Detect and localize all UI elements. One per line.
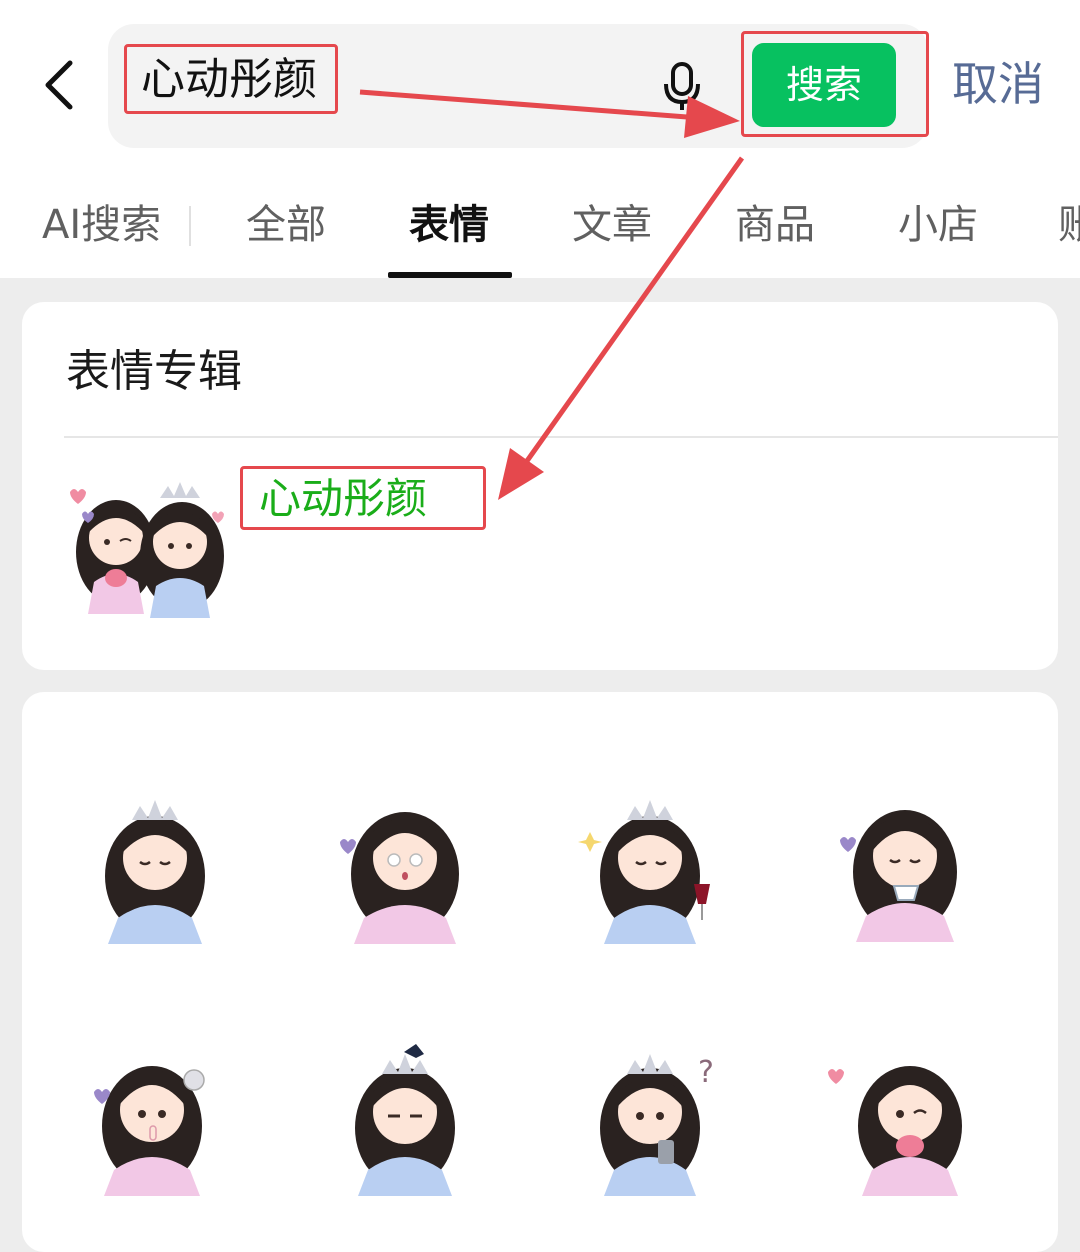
search-button[interactable]: 搜索 — [752, 43, 896, 127]
album-name-highlight-box: 心动彤颜 — [240, 466, 486, 530]
sticker-item[interactable] — [320, 792, 490, 962]
tab-all[interactable]: 全部 — [246, 200, 326, 250]
sticker-item[interactable]: ? — [570, 1042, 740, 1212]
section-title: 表情专辑 — [66, 346, 242, 397]
tab-accounts[interactable]: 账 — [1058, 200, 1080, 250]
active-tab-indicator — [388, 272, 512, 278]
microphone-icon[interactable] — [660, 60, 704, 112]
tab-products[interactable]: 商品 — [735, 200, 815, 250]
tab-articles[interactable]: 文章 — [572, 200, 652, 250]
tab-ai-search[interactable]: AI搜索 — [42, 200, 161, 250]
sticker-item[interactable] — [820, 1042, 990, 1212]
svg-text:?: ? — [698, 1055, 714, 1090]
album-name-link[interactable]: 心动彤颜 — [259, 475, 427, 523]
back-arrow-icon[interactable] — [36, 55, 86, 115]
top-bar: 心动彤颜 搜索 取消 — [0, 0, 1080, 170]
tab-stickers[interactable]: 表情 — [409, 200, 489, 250]
tab-divider — [189, 206, 191, 246]
search-input[interactable]: 心动彤颜 — [141, 55, 317, 105]
divider — [64, 436, 1058, 438]
sticker-grid-card: ? — [22, 692, 1058, 1252]
sticker-album-card: 表情专辑 心动彤颜 — [22, 302, 1058, 670]
sticker-item[interactable] — [70, 1042, 240, 1212]
query-highlight-box: 心动彤颜 — [124, 44, 338, 114]
album-cover-image[interactable] — [64, 474, 234, 624]
sticker-item[interactable] — [70, 792, 240, 962]
sticker-item[interactable] — [820, 792, 990, 962]
category-tabs: AI搜索 全部 表情 文章 商品 小店 账 — [0, 170, 1080, 278]
cancel-button[interactable]: 取消 — [952, 56, 1044, 112]
sticker-item[interactable] — [320, 1042, 490, 1212]
sticker-item[interactable] — [570, 792, 740, 962]
tab-shops[interactable]: 小店 — [898, 200, 978, 250]
